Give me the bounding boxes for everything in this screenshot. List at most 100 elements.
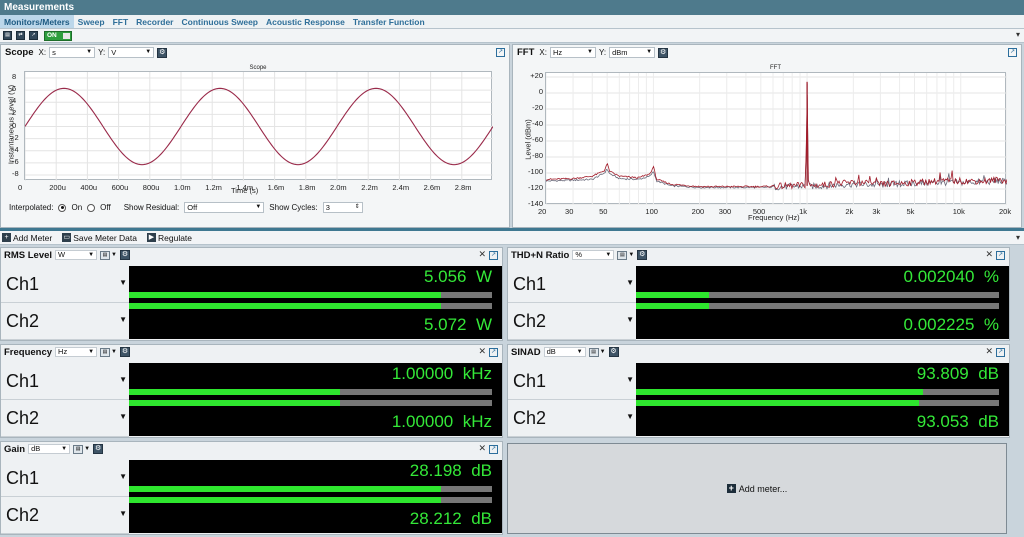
chevron-down-icon[interactable]: ▼ — [119, 278, 127, 287]
meter-display: 1.00000 kHz 1.00000 kHz — [129, 363, 502, 436]
scope-x-unit-select[interactable]: s ▼ — [49, 47, 96, 58]
fft-y-tick-label: 0 — [538, 87, 543, 96]
ch1-row[interactable]: Ch1 ▼ — [1, 460, 129, 497]
tab-sweep[interactable]: Sweep — [74, 15, 109, 28]
popout-icon[interactable]: ↗ — [489, 251, 498, 260]
scope-y-unit-select[interactable]: V ▼ — [108, 47, 155, 58]
meter-unit-select[interactable]: W ▼ — [55, 250, 98, 260]
ch1-peak-marker — [129, 484, 442, 486]
show-cycles-label: Show Cycles: — [269, 203, 318, 212]
chevron-down-icon[interactable]: ▼ — [626, 412, 634, 421]
interpolated-on-radio[interactable] — [58, 203, 67, 212]
gear-icon[interactable]: ⚙ — [120, 250, 130, 260]
close-icon[interactable]: ✕ — [478, 443, 486, 454]
scope-y-tick-label: 6 — [12, 84, 17, 94]
popout-icon[interactable]: ↗ — [489, 348, 498, 357]
meter-unit-select[interactable]: Hz ▼ — [55, 347, 98, 357]
chevron-down-icon[interactable]: ▼ — [111, 252, 117, 258]
on-toggle[interactable]: ON — [44, 31, 72, 41]
ch2-row[interactable]: Ch2 ▼ — [508, 400, 636, 437]
chart-icon[interactable]: ↗ — [29, 31, 38, 40]
scope-y-tick-label: 2 — [12, 108, 17, 118]
chevron-down-icon[interactable]: ▼ — [84, 446, 90, 452]
chevron-down-icon[interactable]: ▼ — [628, 252, 634, 258]
fft-chart — [546, 73, 1007, 205]
gear-icon[interactable]: ⚙ — [120, 347, 130, 357]
popout-icon[interactable]: ↗ — [1008, 48, 1017, 57]
tab-recorder[interactable]: Recorder — [132, 15, 177, 28]
plus-icon: + — [2, 233, 11, 242]
ch1-row[interactable]: Ch1 ▼ — [1, 363, 129, 400]
ch1-bar — [636, 387, 999, 395]
show-cycles-stepper[interactable]: 3 ⇕ — [322, 202, 363, 213]
gear-icon[interactable]: ⚙ — [608, 347, 619, 357]
meter-unit-select[interactable]: dB ▼ — [28, 444, 71, 454]
add-meter-button[interactable]: + Add Meter — [2, 233, 52, 243]
popout-icon[interactable]: ↗ — [996, 348, 1005, 357]
chevron-down-icon[interactable]: ▼ — [111, 349, 117, 355]
close-icon[interactable]: ✕ — [478, 249, 486, 260]
ch2-value: 0.002225 % — [904, 315, 999, 335]
meter-unit-select[interactable]: dB ▼ — [543, 347, 586, 357]
ch1-row[interactable]: Ch1 ▼ — [508, 266, 636, 303]
chevron-down-icon[interactable]: ▼ — [600, 349, 606, 355]
show-residual-select[interactable]: Off ▼ — [184, 202, 265, 213]
sync-icon[interactable]: ⇄ — [16, 31, 25, 40]
chevron-down-icon: ▼ — [86, 49, 93, 55]
fft-y-unit-select[interactable]: dBm ▼ — [609, 47, 656, 58]
ch2-row[interactable]: Ch2 ▼ — [1, 497, 129, 534]
gear-icon[interactable]: ⚙ — [93, 444, 104, 454]
tab-monitors-meters[interactable]: Monitors/Meters — [0, 15, 74, 28]
scope-y-unit: V — [111, 48, 117, 57]
ch2-row[interactable]: Ch2 ▼ — [1, 400, 129, 437]
ch2-row[interactable]: Ch2 ▼ — [508, 303, 636, 340]
chevron-down-icon[interactable]: ▼ — [119, 509, 127, 518]
meter-toolbar: + Add Meter ▭ Save Meter Data ▶ Regulate ▾ — [0, 231, 1024, 245]
pin-icon[interactable]: ▾ — [1016, 30, 1020, 39]
monitor-icon[interactable]: ▤ — [3, 31, 12, 40]
chevron-down-icon: ▼ — [605, 252, 612, 258]
ch1-bar-fill — [129, 486, 442, 492]
meter-options-icon[interactable]: ▤ — [617, 250, 628, 260]
close-icon[interactable]: ✕ — [985, 249, 993, 260]
ch2-row[interactable]: Ch2 ▼ — [1, 303, 129, 340]
chevron-down-icon[interactable]: ▼ — [119, 412, 127, 421]
meter-options-icon[interactable]: ▤ — [73, 444, 84, 454]
spinner-icon[interactable]: ⇕ — [355, 203, 360, 212]
ch2-value-number: 0.002225 — [903, 315, 975, 334]
regulate-button[interactable]: ▶ Regulate — [147, 233, 192, 243]
meter-unit-select[interactable]: % ▼ — [572, 250, 615, 260]
close-icon[interactable]: ✕ — [985, 346, 993, 357]
gear-icon[interactable]: ⚙ — [157, 47, 168, 58]
gear-icon[interactable]: ⚙ — [658, 47, 669, 58]
tab-transfer-function[interactable]: Transfer Function — [349, 15, 429, 28]
close-icon[interactable]: ✕ — [478, 346, 486, 357]
ch1-peak-marker — [129, 387, 482, 389]
popout-icon[interactable]: ↗ — [496, 48, 505, 57]
tab-acoustic-response[interactable]: Acoustic Response — [262, 15, 349, 28]
tab-continuous-sweep[interactable]: Continuous Sweep — [178, 15, 263, 28]
ch2-value-number: 93.053 — [916, 412, 969, 431]
ch1-row[interactable]: Ch1 ▼ — [508, 363, 636, 400]
chevron-down-icon[interactable]: ▼ — [119, 375, 127, 384]
interpolated-off-radio[interactable] — [87, 203, 96, 212]
meter-options-icon[interactable]: ▤ — [100, 250, 111, 260]
chevron-down-icon[interactable]: ▼ — [626, 315, 634, 324]
chevron-down-icon[interactable]: ▼ — [626, 278, 634, 287]
popout-icon[interactable]: ↗ — [996, 251, 1005, 260]
pin-icon[interactable]: ▾ — [1016, 233, 1020, 242]
save-meter-data-button[interactable]: ▭ Save Meter Data — [62, 233, 137, 243]
add-meter-placeholder[interactable]: + Add meter... — [507, 443, 1007, 534]
chevron-down-icon[interactable]: ▼ — [626, 375, 634, 384]
chevron-down-icon[interactable]: ▼ — [119, 472, 127, 481]
meter-options-icon[interactable]: ▤ — [588, 347, 599, 357]
gear-icon[interactable]: ⚙ — [637, 250, 648, 260]
meter-options-icon[interactable]: ▤ — [100, 347, 111, 357]
chevron-down-icon[interactable]: ▼ — [119, 315, 127, 324]
tab-fft[interactable]: FFT — [109, 15, 133, 28]
fft-x-unit-select[interactable]: Hz ▼ — [549, 47, 596, 58]
regulate-label: Regulate — [158, 232, 193, 243]
fft-series-line-0 — [546, 97, 1007, 191]
popout-icon[interactable]: ↗ — [489, 445, 498, 454]
ch1-row[interactable]: Ch1 ▼ — [1, 266, 129, 303]
